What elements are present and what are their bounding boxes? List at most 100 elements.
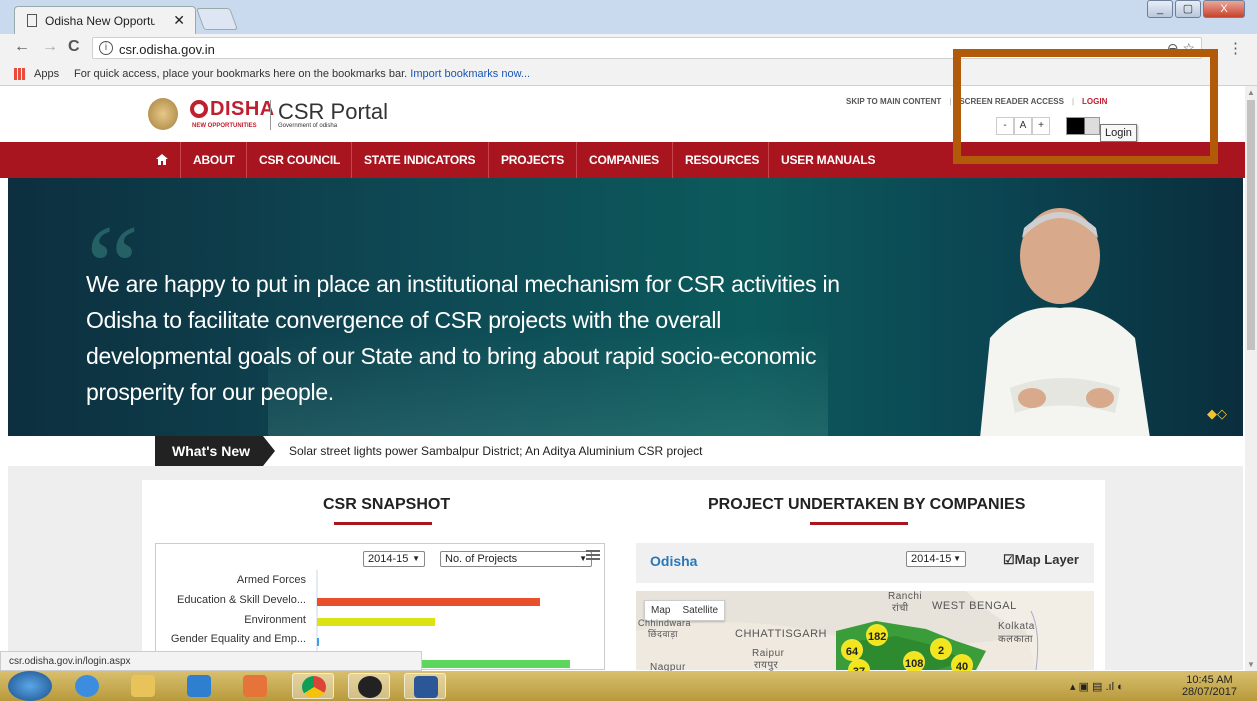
page-scrollbar[interactable]: ▲ ▼ <box>1245 86 1257 671</box>
chevron-down-icon: ▼ <box>953 554 961 563</box>
taskbar-app-blue[interactable] <box>178 673 220 699</box>
map-label: रायपुर <box>754 660 779 671</box>
chart-category-label: Armed Forces <box>236 574 306 586</box>
map-layer-checkbox[interactable]: ☑Map Layer <box>1003 552 1079 568</box>
map-cluster-marker[interactable]: 64 <box>841 639 863 661</box>
nav-resources[interactable]: RESOURCES <box>685 153 759 167</box>
snapshot-title: CSR SNAPSHOT <box>323 496 451 513</box>
nav-csr-council[interactable]: CSR COUNCIL <box>259 153 340 167</box>
home-icon[interactable] <box>156 154 168 165</box>
map-cluster-marker[interactable]: 182 <box>866 624 888 646</box>
nav-companies[interactable]: COMPANIES <box>589 153 659 167</box>
import-bookmarks-link[interactable]: Import bookmarks now... <box>410 68 530 80</box>
nav-separator <box>672 142 673 178</box>
scroll-up-icon[interactable]: ▲ <box>1247 88 1255 97</box>
windows-taskbar: ▴ ▣ ▤ .ıl ◐ 10:45 AM 28/07/2017 <box>0 671 1257 701</box>
page-icon <box>27 14 37 27</box>
clock-time: 10:45 AM <box>1186 674 1233 686</box>
apps-icon[interactable] <box>14 68 26 80</box>
link-separator: | <box>949 97 952 106</box>
nav-user-manuals[interactable]: USER MANUALS <box>781 153 875 167</box>
snapshot-title-underline <box>334 522 432 525</box>
new-tab-button[interactable] <box>195 8 239 30</box>
map-title: Odisha <box>650 553 698 569</box>
scroll-down-icon[interactable]: ▼ <box>1247 660 1255 669</box>
map-cluster-marker[interactable]: 2 <box>930 638 952 660</box>
word-icon <box>414 676 438 698</box>
nav-separator <box>180 142 181 178</box>
folder-icon <box>131 675 155 697</box>
hero-banner: “ We are happy to put in place an instit… <box>8 178 1243 436</box>
chart-category-label: Education & Skill Develo... <box>176 594 306 606</box>
chart-bar[interactable] <box>317 638 319 646</box>
nav-projects[interactable]: PROJECTS <box>501 153 564 167</box>
snapshot-metric-select[interactable]: No. of Projects ▼ <box>440 551 592 567</box>
skip-to-main-link[interactable]: SKIP TO MAIN CONTENT <box>846 97 941 106</box>
state-emblem-icon <box>148 98 178 130</box>
chevron-down-icon: ▼ <box>412 554 420 563</box>
taskbar-word[interactable] <box>404 673 446 699</box>
nav-separator <box>576 142 577 178</box>
info-icon[interactable]: i <box>99 41 113 55</box>
chief-minister-photo <box>980 208 1150 436</box>
taskbar-clock[interactable]: 10:45 AM 28/07/2017 <box>1182 674 1237 698</box>
browser-tab[interactable]: Odisha New Opportuniti ✕ <box>14 6 196 34</box>
logo-divider <box>270 100 271 130</box>
nav-separator <box>246 142 247 178</box>
taskbar-media-player[interactable] <box>234 673 276 699</box>
window-controls: _ ▢ X <box>1147 0 1245 22</box>
whats-new-arrow <box>263 436 275 466</box>
annotation-highlight-box <box>953 49 1218 164</box>
nav-state-indicators[interactable]: STATE INDICATORS <box>364 153 475 167</box>
map-label: रांची <box>892 603 909 614</box>
taskbar-internet-explorer[interactable] <box>66 673 108 699</box>
chart-bar[interactable] <box>317 618 435 626</box>
maximize-button[interactable]: ▢ <box>1175 0 1201 18</box>
internet-explorer-icon <box>75 675 99 697</box>
snapshot-year-select[interactable]: 2014-15 ▼ <box>363 551 425 567</box>
forward-button[interactable]: → <box>42 38 58 56</box>
browser-menu-button[interactable]: ⋮ <box>1228 39 1243 57</box>
app-icon <box>358 676 382 698</box>
app-icon <box>187 675 211 697</box>
banner-quote: We are happy to put in place an institut… <box>86 271 840 405</box>
projects-title-underline <box>810 522 908 525</box>
close-window-button[interactable]: X <box>1203 0 1245 18</box>
chart-bar[interactable] <box>317 598 540 606</box>
portal-title[interactable]: CSR Portal <box>278 99 388 125</box>
map-label: छिंदवाड़ा <box>648 629 678 639</box>
nav-about[interactable]: ABOUT <box>193 153 235 167</box>
nav-separator <box>488 142 489 178</box>
taskbar-app-dark[interactable] <box>348 673 390 699</box>
taskbar-file-explorer[interactable] <box>122 673 164 699</box>
whats-new-label: What's New <box>155 436 263 466</box>
browser-tab-strip: Odisha New Opportuniti ✕ _ ▢ X <box>0 0 1257 34</box>
back-button[interactable]: ← <box>14 38 30 56</box>
tab-close-button[interactable]: ✕ <box>173 12 185 29</box>
slider-dots[interactable]: ◆◇ <box>1207 406 1227 422</box>
scrollbar-thumb[interactable] <box>1247 100 1255 350</box>
map-label: CHHATTISGARH <box>735 628 827 640</box>
nav-separator <box>351 142 352 178</box>
tab-title: Odisha New Opportuniti <box>45 14 155 28</box>
odisha-logo-mark <box>190 100 208 118</box>
minimize-button[interactable]: _ <box>1147 0 1173 18</box>
chart-category-label: Environment <box>244 614 306 626</box>
logo-subtitle: NEW OPPORTUNITIES <box>192 123 257 129</box>
media-player-icon <box>243 675 267 697</box>
map-cluster-marker[interactable]: 108 <box>903 651 925 673</box>
chart-menu-icon[interactable] <box>586 548 600 562</box>
bookmarks-hint: For quick access, place your bookmarks h… <box>74 68 531 80</box>
chart-category-label: Gender Equality and Emp... <box>170 633 306 645</box>
system-tray[interactable]: ▴ ▣ ▤ .ıl ◐ <box>1070 680 1124 693</box>
map-label: कलकाता <box>998 634 1034 645</box>
reload-button[interactable]: C <box>68 38 80 56</box>
map-year-select[interactable]: 2014-15 ▼ <box>906 551 966 567</box>
url-text: csr.odisha.gov.in <box>119 42 215 57</box>
whats-new-ticker[interactable]: Solar street lights power Sambalpur Dist… <box>289 444 703 458</box>
taskbar-chrome[interactable] <box>292 673 334 699</box>
chrome-icon <box>302 676 326 698</box>
apps-link[interactable]: Apps <box>34 68 59 80</box>
start-button[interactable] <box>8 671 52 701</box>
logo-text: DISHA <box>210 98 275 120</box>
